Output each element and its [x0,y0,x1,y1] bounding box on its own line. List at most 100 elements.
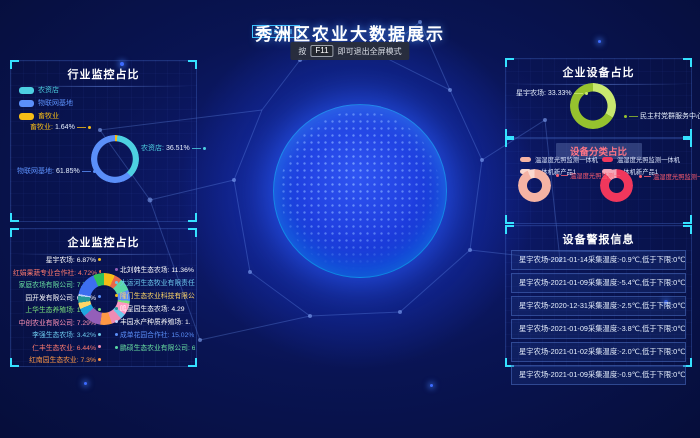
leader-dot [203,147,206,150]
corner-bracket [505,138,514,147]
leader-dot [115,268,118,271]
callout-name: 畜牧业: [30,122,53,132]
fullscreen-exit-tooltip: 按 F11 即可退出全屏模式 [290,42,409,60]
panel-title: 行业监控占比 [11,66,196,82]
corner-bracket [10,213,19,222]
corner-bracket [683,138,692,147]
industry-legend: 农资店物联网基地畜牧业 [19,85,73,121]
tooltip-suffix: 即可退出全屏模式 [338,46,402,57]
enterprise-label: 仁丰生态农业: 6.44% [32,342,101,352]
enterprise-label: 隆门生态农业科技有限公 [115,290,195,300]
legend-swatch-icon [19,113,34,120]
enterprise-label: 鸣皇园生态农场: 4.29 [115,303,185,313]
enterprise-label-text: 仁丰生态农业: 6.44% [32,342,96,352]
enterprise-label: 星宇农场: 6.87% [46,254,101,264]
alarm-list-item: 星宇农场-2021-01-09采集温度:-5.4℃,低于下限:0℃ [511,273,686,293]
enterprise-label: 大运河生态牧业有限责任公 [115,277,195,287]
f11-keycap: F11 [310,45,333,57]
leader-dot [88,126,91,129]
bg-glow-dot [84,382,87,385]
corner-bracket [188,358,197,367]
corner-bracket [683,215,692,224]
leader-dot [115,294,118,297]
callout-name: 物联网基地: [17,166,54,176]
enterprise-label-text: 星宇农场: 6.87% [46,254,96,264]
corner-bracket [505,225,514,234]
enterprise-label-text: 北刘韩生态农场: 11.36% [120,264,194,274]
legend-item[interactable]: 温湿度光照监测一体机 [520,155,598,164]
legend-item[interactable]: 畜牧业 [19,111,73,121]
legend-swatch-icon [520,157,531,162]
corner-bracket [10,60,19,69]
dashboard-stage: 秀洲区农业大数据展示 按 F11 即可退出全屏模式 行业监控占比 农资店物联网基… [0,0,700,438]
enterprise-label-text: 中创农业有限公司: 7.29% [19,317,96,327]
legend-item[interactable]: 物联网基地 [19,98,73,108]
leader-line [77,127,86,128]
legend-swatch-icon [19,87,34,94]
enterprise-label-text: 隆门生态农业科技有限公 [120,290,195,300]
alarm-list-item: 星宇农场-2021-01-09采集温度:-3.8℃,低于下限:0℃ [511,319,686,339]
enterprise-label: 鹏硕生态农业有限公司: 6.87 [115,342,195,352]
category-donut-left[interactable] [518,169,551,202]
leader-line [82,171,91,172]
tooltip-prefix: 按 [298,46,306,57]
corner-bracket [10,228,19,237]
enterprise-label-text: 鹏硕生态农业有限公司: 6.87 [120,342,195,352]
legend-label: 温湿度光照监测一体机 [617,155,680,164]
category-pointer-label: 温湿度光照监测一 [639,172,700,181]
alarm-list-item: 星宇农场-2021-01-02采集温度:-2.0℃,低于下限:0℃ [511,342,686,362]
callout-name: 农资店: [141,143,164,153]
enterprise-label: 红娟果蔬专业合作社: 4.72% [13,267,101,277]
corner-bracket [683,129,692,138]
leader-dot [115,307,118,310]
panel-device-alarms: 设备警报信息 星宇农场-2021-01-14采集温度:-0.9℃,低于下限:0℃… [505,225,692,367]
legend-label: 温湿度光照监测一体机 [535,155,598,164]
legend-label: 农资店 [38,85,59,95]
alarm-list: 星宇农场-2021-01-14采集温度:-0.9℃,低于下限:0℃ 星宇农场-20… [511,250,686,385]
legend-label: 畜牧业 [38,111,59,121]
callout-value: 36.51% [166,145,190,152]
legend-item[interactable]: 农资店 [19,85,73,95]
enterprise-label-text: 大运河生态牧业有限责任公 [120,277,195,287]
enterprise-label: 丰园水产种质养殖场: 1. [115,316,191,326]
panel-title: 设备警报信息 [506,231,691,247]
bg-glow-dot [430,384,433,387]
legend-item[interactable]: 温湿度光照监测一体机 [602,155,680,164]
panel-industry-monitor: 行业监控占比 农资店物联网基地畜牧业 畜牧业: 1.64% 农资店: 36.51%… [10,60,197,222]
leader-dot [115,281,118,284]
corner-bracket [188,213,197,222]
corner-bracket [683,58,692,67]
corner-bracket [683,225,692,234]
corner-bracket [188,60,197,69]
alarm-list-item: 星宇农场-2020-12-31采集温度:-2.5℃,低于下限:0℃ [511,296,686,316]
legend-swatch-icon [602,157,613,162]
leader-dot [115,320,118,323]
callout-value: 61.85% [56,168,80,175]
leader-dot [93,170,96,173]
enterprise-label: 红南园生态农业: 7.3% [29,354,101,364]
leader-dot [98,358,101,361]
alarm-list-item: 星宇农场-2021-01-14采集温度:-0.9℃,低于下限:0℃ [511,250,686,270]
leader-dot [98,258,101,261]
callout-value: 1.64% [55,124,75,131]
industry-donut-chart[interactable] [91,135,139,183]
enterprise-label: 成单花园合作社: 15.02% [115,329,194,339]
leader-dot [115,346,118,349]
legend-swatch-icon [19,100,34,107]
leader-dot [98,333,101,336]
panel-enterprise-monitor: 企业监控占比 星宇农场: 6.87%红娟果蔬专业合作社: 4.72%家庭农场有限… [10,228,197,367]
panel-title: 企业监控占比 [11,234,196,250]
panel-device-category: 设备分类占比 温湿度光照监测一体机一体机新产品1 温湿度光照监测一体机一体机新产… [505,138,692,224]
corner-bracket [505,215,514,224]
enterprise-label-text: 鸣皇园生态农场: 4.29 [120,303,185,313]
leader-line [192,148,201,149]
device-callout: 星宇农场: 33.33% [516,88,588,98]
device-callout: 民主村党群服务中心: [624,111,700,121]
enterprise-label-text: 红娟果蔬专业合作社: 4.72% [13,267,97,277]
chart-callout-label: 物联网基地: 61.85% [17,166,96,176]
enterprise-label-text: 丰园水产种质养殖场: 1. [120,316,191,326]
enterprise-label-text: 李强生态农场: 3.42% [32,329,96,339]
enterprise-label: 北刘韩生态农场: 11.36% [115,264,194,274]
corner-bracket [188,228,197,237]
leader-dot [115,333,118,336]
